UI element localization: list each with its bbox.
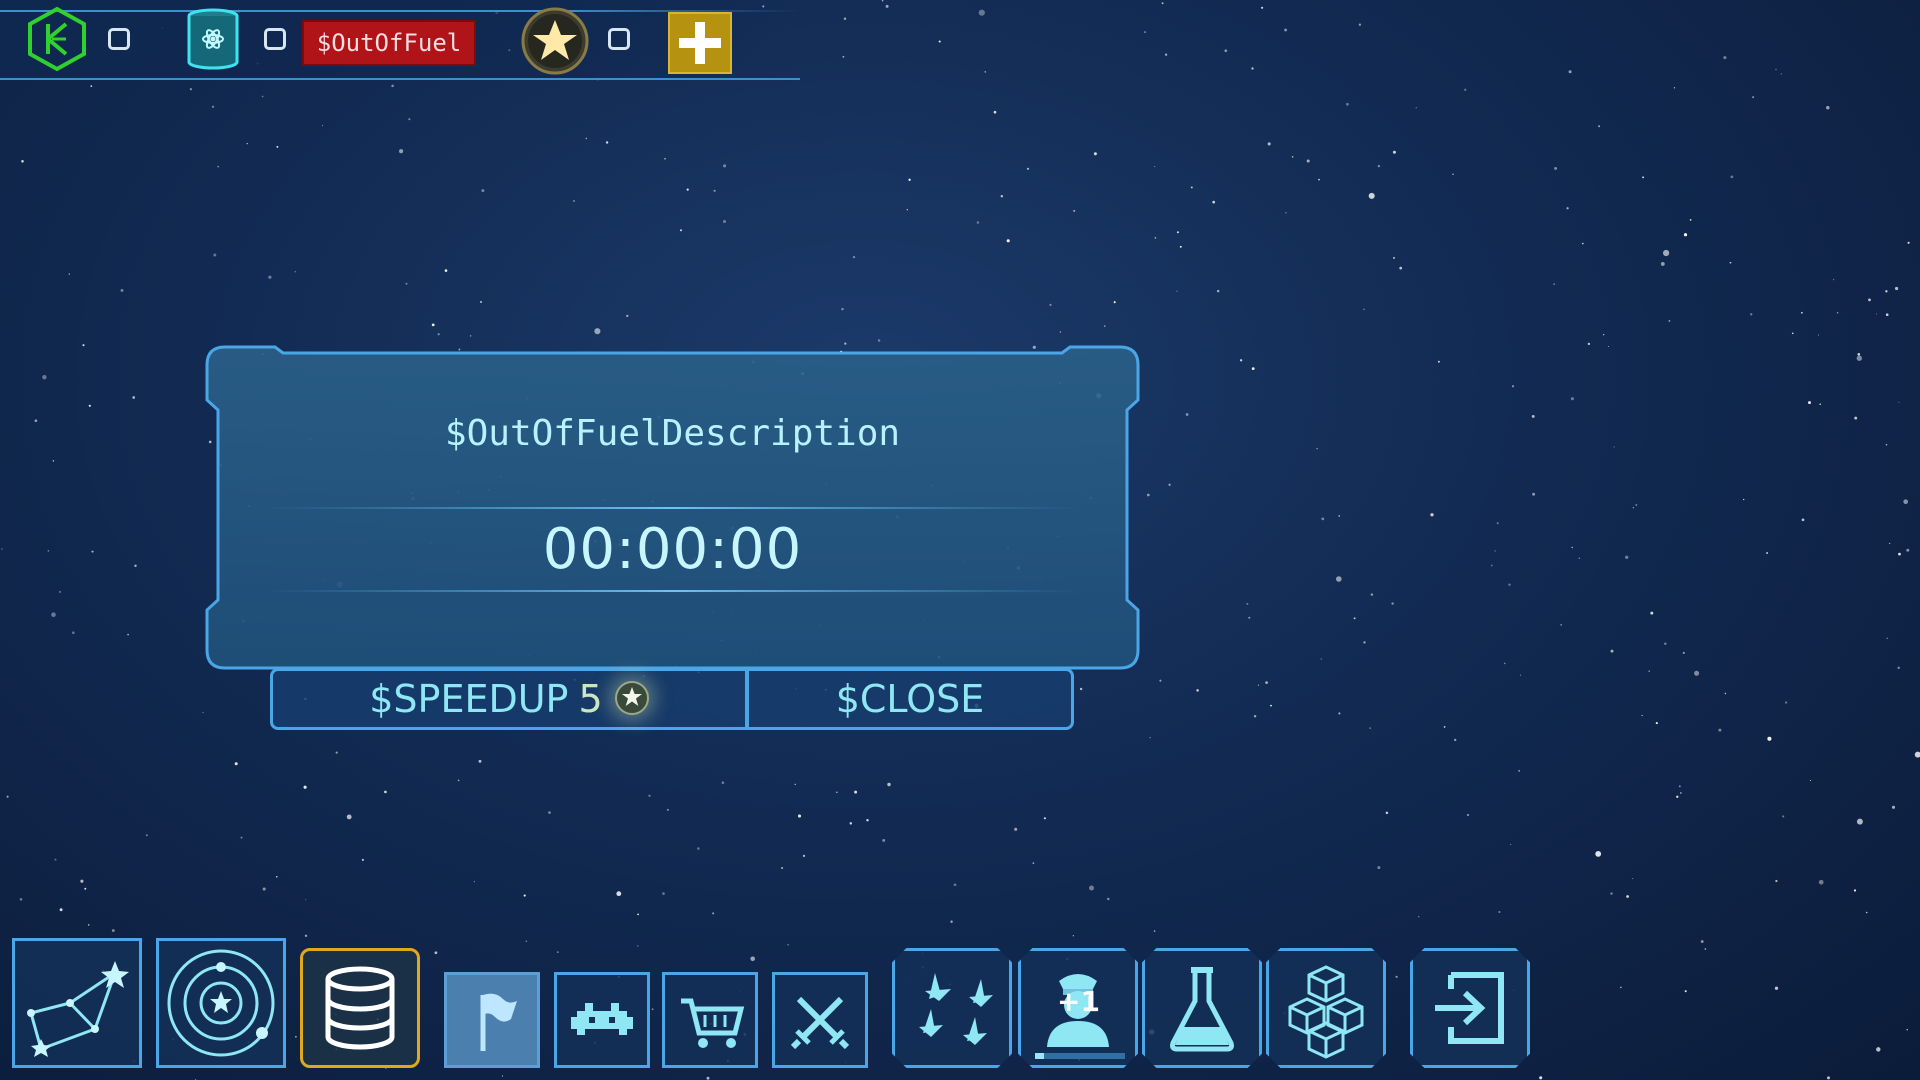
crossed-swords-icon	[790, 996, 850, 1050]
exit-button[interactable]	[1410, 948, 1530, 1068]
speedup-label: $SPEEDUP	[369, 677, 569, 721]
constellation-icon	[27, 961, 129, 1057]
fuel-storage-button[interactable]	[300, 948, 420, 1068]
flag-button[interactable]	[444, 972, 540, 1068]
credits-value	[108, 28, 130, 50]
fuel-canister-icon	[180, 6, 246, 72]
captain-progress-bar	[1035, 1053, 1125, 1059]
close-button[interactable]: $CLOSE	[746, 668, 1074, 730]
dialog-frame	[205, 345, 1140, 670]
flask-icon	[1170, 967, 1234, 1052]
refuel-timer: 00:00:00	[542, 517, 803, 582]
resource-bar: $OutOfFuel	[0, 0, 800, 80]
fuel-storage-icon	[325, 966, 395, 1050]
cargo-boxes-icon	[1288, 965, 1364, 1059]
dialog-button-row: $SPEEDUP 5 $CLOSE	[270, 668, 1074, 730]
constellation-button[interactable]	[12, 938, 142, 1068]
dialog-description: $OutOfFuelDescription	[444, 413, 901, 454]
speedup-button[interactable]: $SPEEDUP 5	[270, 668, 748, 730]
shop-button[interactable]	[662, 972, 758, 1068]
captain-button[interactable]: +1	[1018, 948, 1138, 1068]
captain-progress-fill	[1035, 1053, 1044, 1059]
captain-badge: +1	[1057, 985, 1100, 1018]
star-coin-icon	[520, 6, 589, 75]
cargo-button[interactable]	[1266, 948, 1386, 1068]
flag-icon	[480, 993, 517, 1051]
exit-icon	[1435, 972, 1504, 1044]
fuel-value	[264, 28, 286, 50]
fleet-icon	[919, 973, 993, 1045]
cart-icon	[681, 998, 745, 1048]
add-currency-button[interactable]	[668, 12, 732, 74]
credits-hex-icon	[24, 6, 90, 72]
star-coin-icon	[614, 680, 649, 715]
battle-button[interactable]	[772, 972, 868, 1068]
research-button[interactable]	[1142, 948, 1262, 1068]
invader-button[interactable]	[554, 972, 650, 1068]
stars-value	[608, 28, 630, 50]
fleet-button[interactable]	[892, 948, 1012, 1068]
solar-system-icon	[167, 949, 275, 1057]
plus-icon	[679, 22, 721, 64]
invader-icon	[571, 1003, 633, 1035]
speedup-cost: 5	[578, 677, 603, 721]
out-of-fuel-warning: $OutOfFuel	[302, 20, 476, 66]
solar-system-button[interactable]	[156, 938, 286, 1068]
out-of-fuel-dialog: $OutOfFuelDescription 00:00:00	[205, 345, 1140, 670]
